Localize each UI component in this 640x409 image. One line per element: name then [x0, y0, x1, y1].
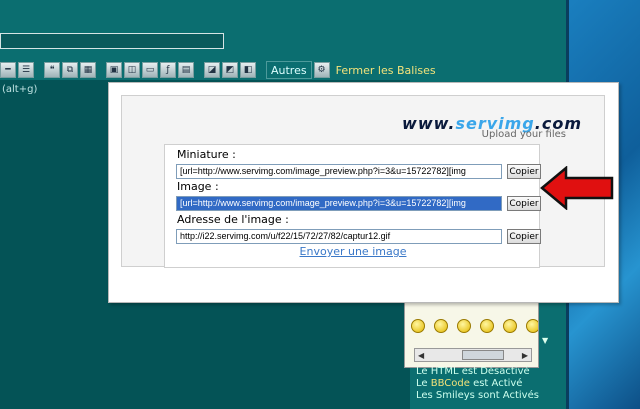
- smileys-status: Les Smileys sont Activés: [416, 390, 539, 401]
- editor-toolbar: ━ ☰ ❝ ⧉ ▦ ▣ ◫ ▭ ƒ ▤ ◪ ◩ ◧ Autres ⚙ Ferme…: [0, 58, 480, 82]
- smiley-icon[interactable]: [503, 319, 517, 333]
- miniature-label: Miniature :: [177, 148, 236, 161]
- shortcut-hint: (alt+g): [2, 84, 38, 95]
- popup-content: www.servimg.com Upload your files Miniat…: [121, 95, 605, 268]
- flash-icon[interactable]: ƒ: [160, 62, 176, 78]
- subject-input[interactable]: [0, 33, 224, 49]
- red-arrow-icon: [540, 166, 614, 210]
- quote-icon[interactable]: ❝: [44, 62, 60, 78]
- video-icon[interactable]: ▭: [142, 62, 158, 78]
- send-image-link[interactable]: Envoyer une image: [165, 245, 541, 258]
- smiley-icon[interactable]: [526, 319, 538, 333]
- logo-subtitle: Upload your files: [481, 129, 566, 140]
- bbcode-status-prefix: Le: [416, 378, 431, 389]
- sub-icon[interactable]: ◪: [204, 62, 220, 78]
- image-label: Image :: [177, 180, 219, 193]
- logo-prefix: www.: [402, 114, 456, 133]
- copy-image-button[interactable]: Copier: [507, 196, 541, 211]
- miniature-field[interactable]: [url=http://www.servimg.com/image_previe…: [176, 164, 502, 179]
- spoiler-icon[interactable]: ◧: [240, 62, 256, 78]
- image-field[interactable]: [url=http://www.servimg.com/image_previe…: [176, 196, 502, 211]
- scroll-down-icon[interactable]: ▼: [542, 336, 548, 345]
- table-icon[interactable]: ▦: [80, 62, 96, 78]
- smiley-icon[interactable]: [480, 319, 494, 333]
- smiley-icon[interactable]: [411, 319, 425, 333]
- smiley-icon[interactable]: [457, 319, 471, 333]
- smiley-icon[interactable]: [434, 319, 448, 333]
- list-icon[interactable]: ☰: [18, 62, 34, 78]
- bbcode-status-suffix: est Activé: [469, 378, 523, 389]
- autres-button[interactable]: Autres: [266, 61, 312, 79]
- sup-icon[interactable]: ◩: [222, 62, 238, 78]
- settings-icon[interactable]: ⚙: [313, 62, 330, 78]
- bbcode-link[interactable]: BBCode: [431, 378, 470, 389]
- smileys-scrollbar[interactable]: ◀ ▶: [414, 348, 532, 362]
- bbcode-status: Le BBCode est Activé: [416, 378, 539, 390]
- host-image-icon[interactable]: ◫: [124, 62, 140, 78]
- file-icon[interactable]: ▤: [178, 62, 194, 78]
- scroll-thumb[interactable]: [462, 350, 504, 360]
- copy-miniature-button[interactable]: Copier: [507, 164, 541, 179]
- scroll-right-icon[interactable]: ▶: [519, 351, 531, 360]
- hr-icon[interactable]: ━: [0, 62, 16, 78]
- copy-address-button[interactable]: Copier: [507, 229, 541, 244]
- image-address-label: Adresse de l'image :: [177, 213, 289, 226]
- html-status: Le HTML est Désactivé: [416, 366, 530, 377]
- code-icon[interactable]: ⧉: [62, 62, 78, 78]
- close-tags-button[interactable]: Fermer les Balises: [332, 61, 440, 79]
- image-address-field[interactable]: http://i22.servimg.com/u/f22/15/72/27/82…: [176, 229, 502, 244]
- image-icon[interactable]: ▣: [106, 62, 122, 78]
- links-form: Miniature : [url=http://www.servimg.com/…: [164, 144, 541, 268]
- status-info: Le HTML est Désactivé Le BBCode est Acti…: [416, 366, 539, 402]
- scroll-left-icon[interactable]: ◀: [415, 351, 427, 360]
